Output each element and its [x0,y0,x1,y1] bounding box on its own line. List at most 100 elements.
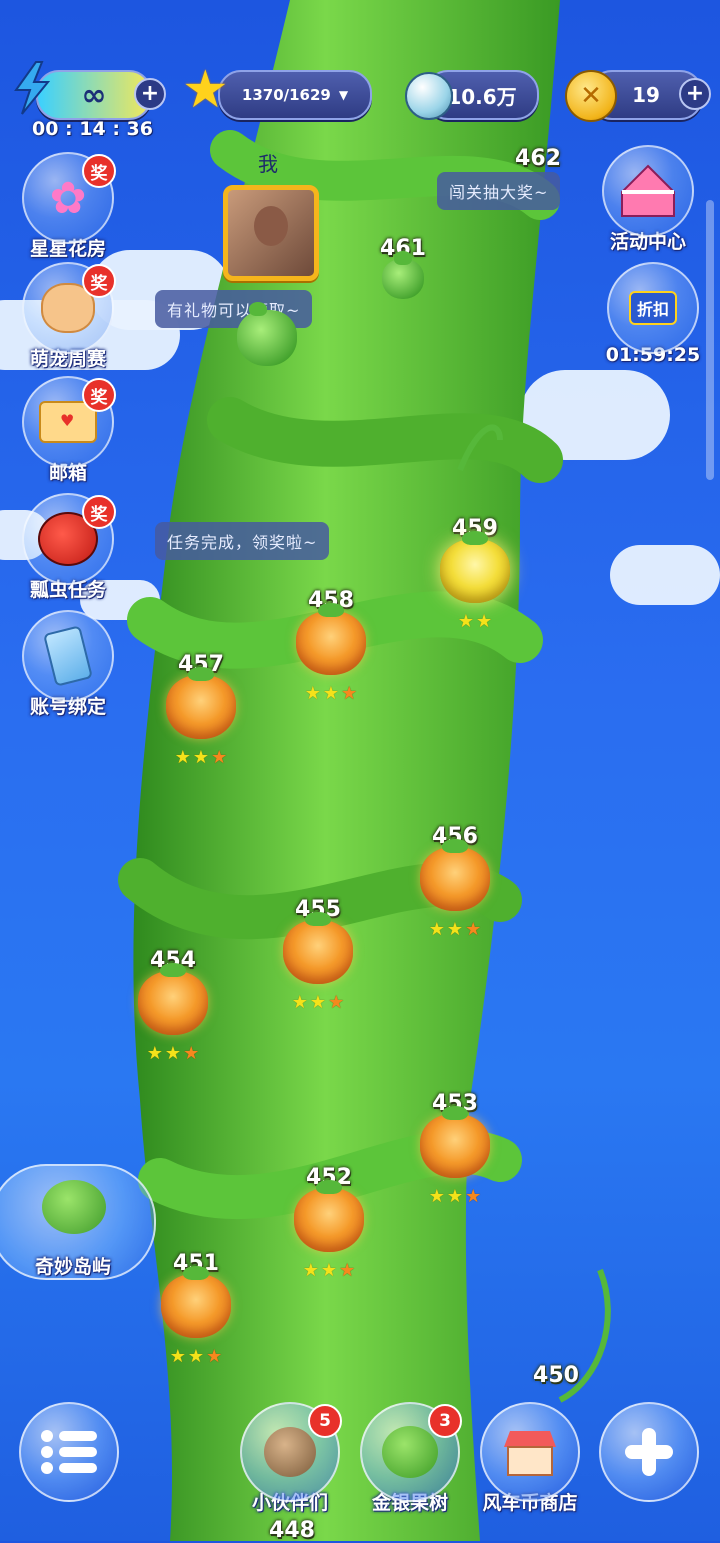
star-icon: ★ [304,683,321,704]
leaf-coin-icon [405,72,453,120]
discount-text: 折扣 [628,291,677,325]
shop-icon [480,1402,580,1502]
account-binding-button[interactable]: 账号绑定 [18,610,118,719]
fruit-icon [420,839,490,911]
star-icon: ★ [183,1043,200,1064]
ladybug-task-button[interactable]: 奖 瓢虫任务 [18,493,118,602]
task-speech-bubble[interactable]: 任务完成，领奖啦~ [155,522,330,560]
expand-button[interactable] [594,1402,704,1502]
phone-chick-icon [22,610,114,702]
star-icon: ★ [465,919,482,940]
notification-badge: 3 [428,1404,462,1438]
level-node-451[interactable]: 451 ★ ★ ★ [151,1251,241,1367]
level-node-454[interactable]: 454 ★ ★ ★ [128,948,218,1064]
level-stars: ★ ★ ★ [170,1346,222,1367]
star-icon: ★ [428,1186,445,1207]
plus-icon [599,1402,699,1502]
windmill-shop-button[interactable]: 风车币商店 [475,1402,585,1515]
player-label: 我 [258,152,278,176]
star-icon: ★ [339,1260,356,1281]
level-stars: ★ ★ ★ [147,1043,199,1064]
friends-button[interactable]: 5 小伙伴们 [235,1402,345,1515]
star-icon: ★ [146,1043,163,1064]
add-token-button[interactable]: + [679,78,711,110]
flower-icon: ✿ 奖 [22,152,116,244]
event-center-button[interactable]: 活动中心 [598,145,698,254]
level-node-448[interactable]: 448 [247,1518,337,1543]
level-node-457[interactable]: 457 ★ ★ ★ [156,652,246,768]
level-node-461[interactable]: 461 [358,236,448,299]
energy-timer: 00 : 14 : 36 [32,118,153,140]
level-stars: ★ ★ ★ [175,747,227,768]
reward-badge: 奖 [82,154,116,188]
scrollbar[interactable] [706,200,714,480]
star-icon: ★ [446,919,464,940]
chevron-down-icon: ▼ [338,88,349,102]
money-tree-icon: 3 [360,1402,462,1502]
fruit-icon [166,667,236,739]
star-icon: ★ [446,1186,464,1207]
level-node-455[interactable]: 455 ★ ★ ★ [273,897,363,1013]
coin-counter[interactable]: 10.6万 [405,68,540,120]
level-node-456[interactable]: 456 ★ ★ ★ [410,824,500,940]
wonder-island-button[interactable]: 奇妙岛屿 [0,1164,156,1280]
level-stars: ★ ★ ★ [429,1186,481,1207]
player-avatar[interactable] [223,185,319,281]
level-node-453[interactable]: 453 ★ ★ ★ [410,1091,500,1207]
token-count-text: 19 [632,83,660,107]
money-tree-button[interactable]: 3 金银果树 [355,1402,465,1515]
star-icon: ★ [182,60,229,120]
level-node-459[interactable]: 459 ★ ★ [430,516,520,632]
fruit-icon [296,603,366,675]
star-counter[interactable]: 1370/1629 ▼ ★ [182,60,376,120]
star-count-text: 1370/1629 [241,86,331,104]
envelope-icon: ♥ 奖 [22,376,116,468]
star-icon: ★ [187,1346,205,1367]
star-icon: ★ [457,611,474,632]
menu-icon [19,1402,119,1502]
level-node-current[interactable] [222,302,312,366]
level-number: 450 [533,1363,579,1388]
star-icon: ★ [465,1186,482,1207]
discount-stall-icon: 折扣 [607,262,699,354]
notification-badge: 5 [308,1404,342,1438]
wonder-island-label: 奇妙岛屿 [34,1256,111,1278]
star-icon: ★ [164,1043,182,1064]
windmill-coin-icon: ✕ [565,70,617,122]
fruit-icon [138,963,208,1035]
pet-weekly-contest-button[interactable]: 奖 萌宠周赛 [18,262,118,371]
reward-badge: 奖 [82,264,116,298]
star-icon: ★ [476,611,493,632]
star-icon: ★ [211,747,228,768]
tree-island-icon [42,1180,106,1234]
lottery-speech-bubble[interactable]: 闯关抽大奖~ [437,172,561,210]
circus-tent-icon [602,145,694,237]
star-flower-house-button[interactable]: ✿ 奖 星星花房 [18,152,118,261]
star-icon: ★ [428,919,445,940]
fruit-icon [294,1180,364,1252]
level-number: 462 [515,146,561,171]
level-stars: ★ ★ ★ [429,919,481,940]
coin-count-text: 10.6万 [447,84,517,109]
discount-shop-button[interactable]: 折扣 01:59:25 [598,262,708,366]
mailbox-button[interactable]: ♥ 奖 邮箱 [18,376,118,485]
star-icon: ★ [328,992,345,1013]
token-counter: 19 ✕ + [565,68,711,122]
level-node-462[interactable]: 462 [493,146,583,171]
star-icon: ★ [322,683,340,704]
star-icon: ★ [302,1260,319,1281]
lottery-speech-text: 闯关抽大奖~ [449,183,549,202]
level-node-458[interactable]: 458 ★ ★ ★ [286,588,376,704]
level-node-450[interactable]: 450 [511,1363,601,1388]
add-energy-button[interactable]: + [134,78,166,110]
level-stars: ★ ★ [458,611,492,632]
locked-fruit-icon [382,251,424,299]
main-menu-button[interactable] [14,1402,124,1502]
task-speech-text: 任务完成，领奖啦~ [167,533,318,552]
gold-fruit-icon [440,531,510,603]
star-icon: ★ [169,1346,186,1367]
level-node-452[interactable]: 452 ★ ★ ★ [284,1165,374,1281]
game-map: ∞ + 00 : 14 : 36 1370/1629 ▼ ★ 10.6万 19 … [0,0,720,1543]
energy-counter: ∞ + [14,61,166,120]
star-icon: ★ [192,747,210,768]
